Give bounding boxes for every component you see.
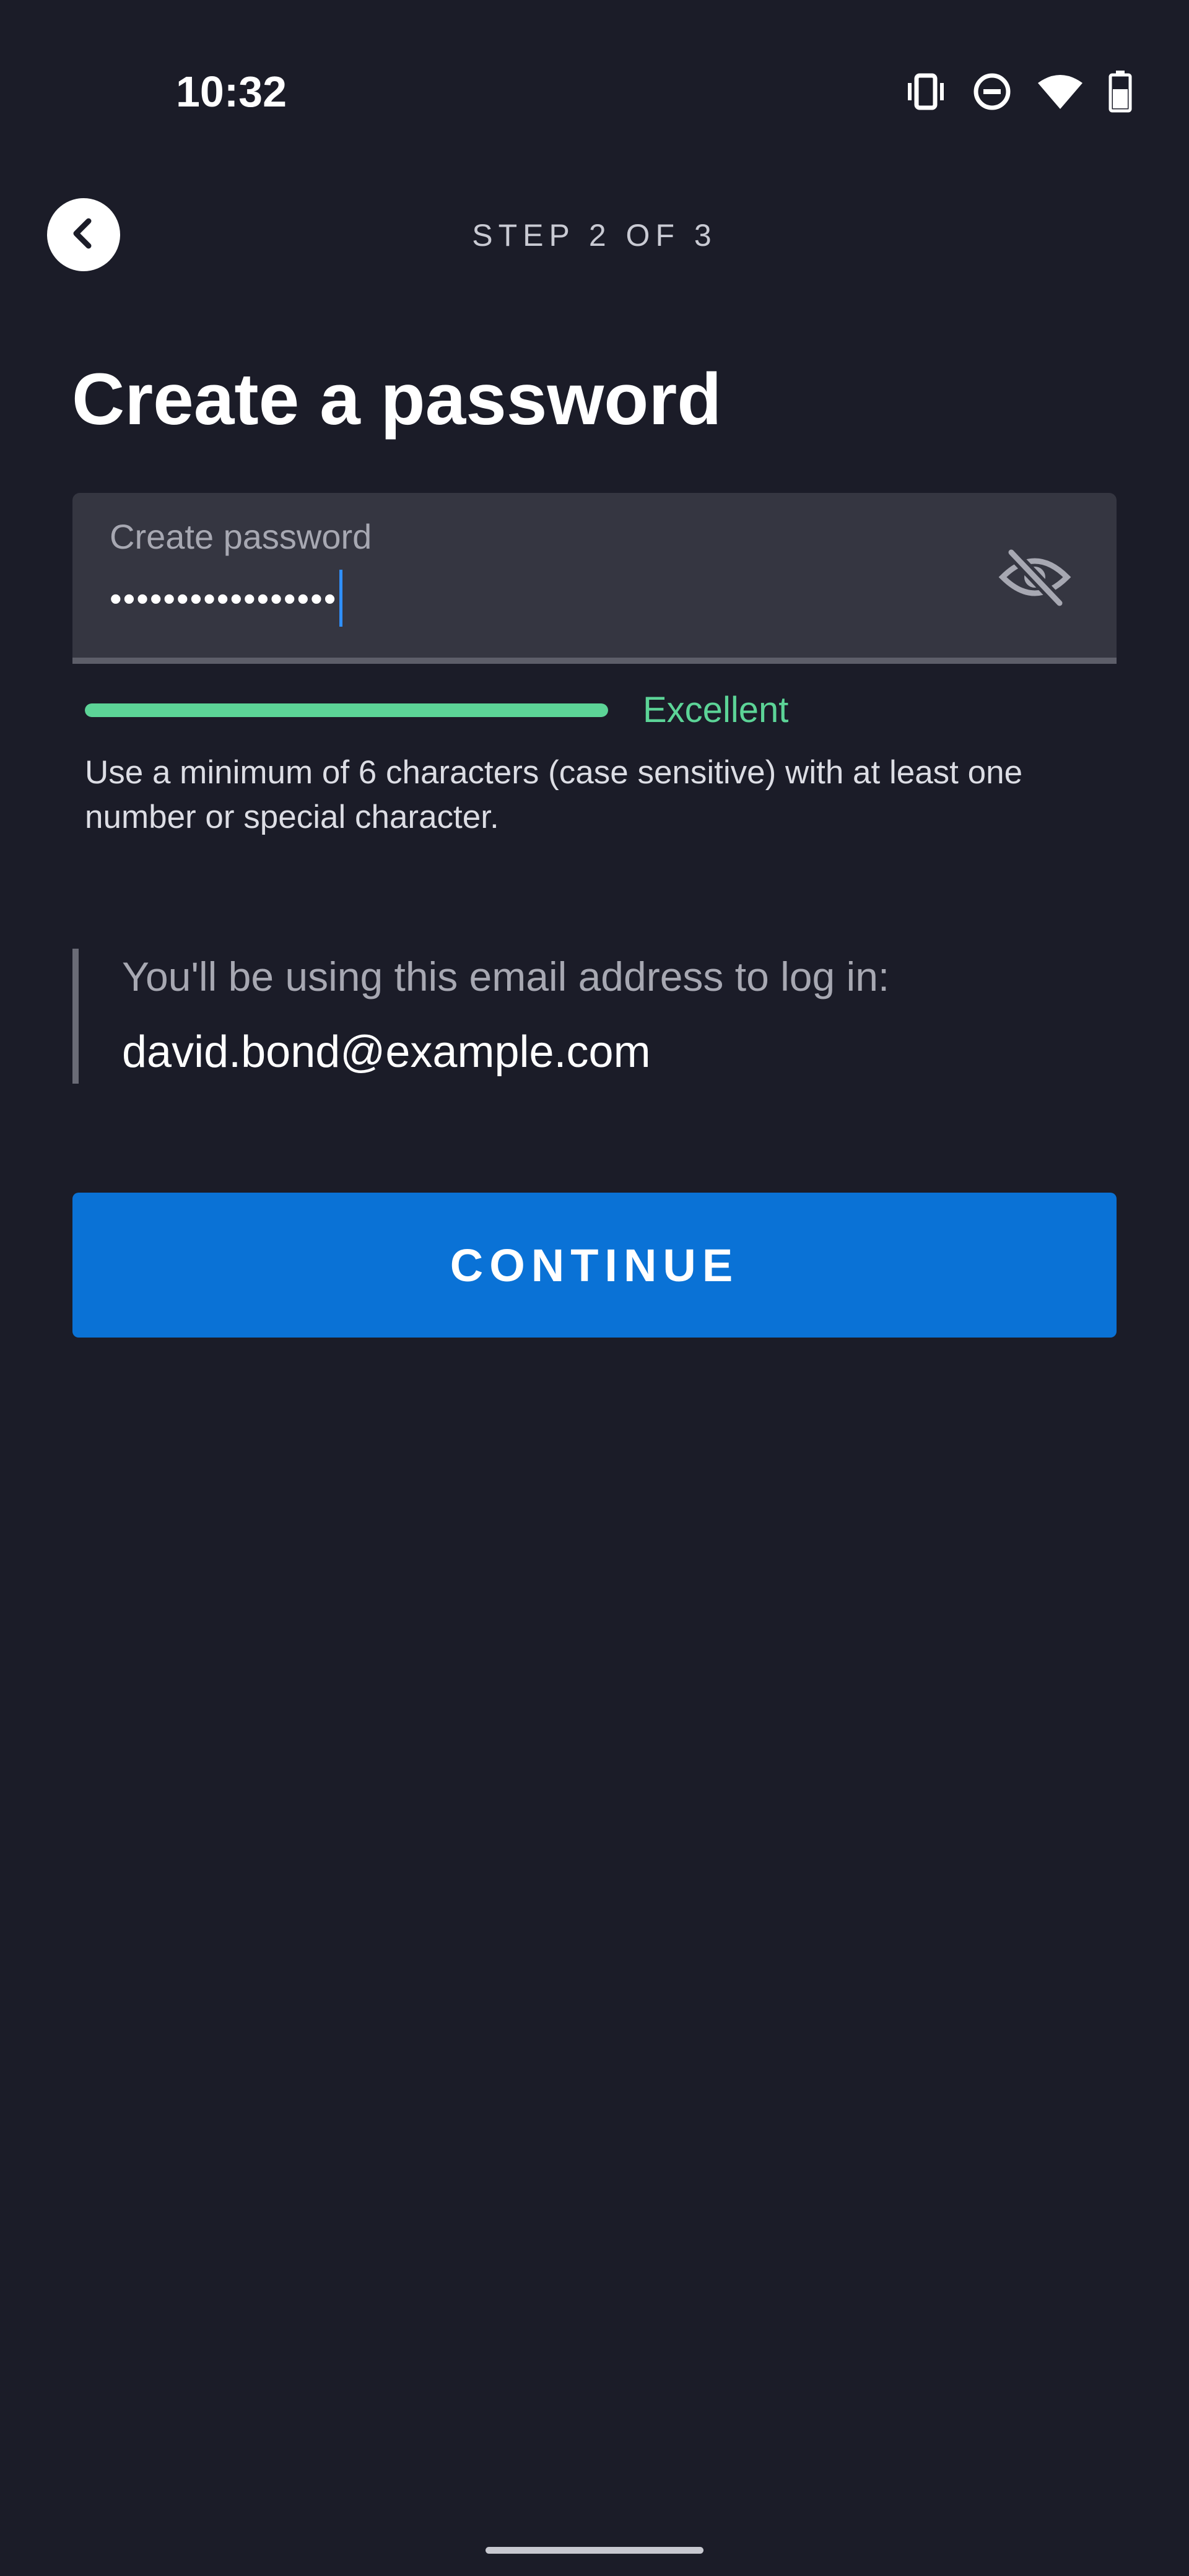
step-indicator: STEP 2 OF 3 bbox=[472, 218, 717, 253]
password-field-label: Create password bbox=[110, 517, 372, 556]
login-email-caption: You'll be using this email address to lo… bbox=[122, 954, 890, 999]
battery-icon bbox=[1108, 71, 1132, 113]
status-bar: 10:32 bbox=[0, 0, 1189, 142]
continue-button[interactable]: CONTINUE bbox=[72, 1193, 1117, 1338]
screen: 10:32 STEP 2 OF 3 Create a password Crea… bbox=[0, 0, 1189, 2576]
vibrate-icon bbox=[904, 73, 947, 110]
password-strength-bar bbox=[85, 703, 608, 717]
home-indicator[interactable] bbox=[486, 2547, 703, 2554]
password-strength-label: Excellent bbox=[643, 690, 789, 730]
do-not-disturb-icon bbox=[972, 72, 1012, 111]
eye-off-icon bbox=[998, 546, 1072, 611]
password-strength-fill bbox=[85, 703, 608, 717]
status-icons bbox=[904, 67, 1132, 116]
password-hint: Use a minimum of 6 characters (case sens… bbox=[85, 754, 1023, 835]
login-email-value: david.bond@example.com bbox=[122, 1027, 651, 1077]
password-masked-value: ••••••••••••••••• bbox=[110, 578, 338, 618]
status-time: 10:32 bbox=[176, 67, 287, 116]
password-field[interactable]: Create password ••••••••••••••••• bbox=[72, 493, 1117, 664]
toggle-password-visibility-button[interactable] bbox=[996, 546, 1073, 611]
page-title: Create a password bbox=[72, 359, 722, 440]
password-input[interactable]: ••••••••••••••••• bbox=[110, 567, 343, 629]
wifi-icon bbox=[1037, 73, 1084, 110]
text-cursor bbox=[339, 570, 343, 627]
login-email-block: You'll be using this email address to lo… bbox=[72, 949, 1117, 1084]
